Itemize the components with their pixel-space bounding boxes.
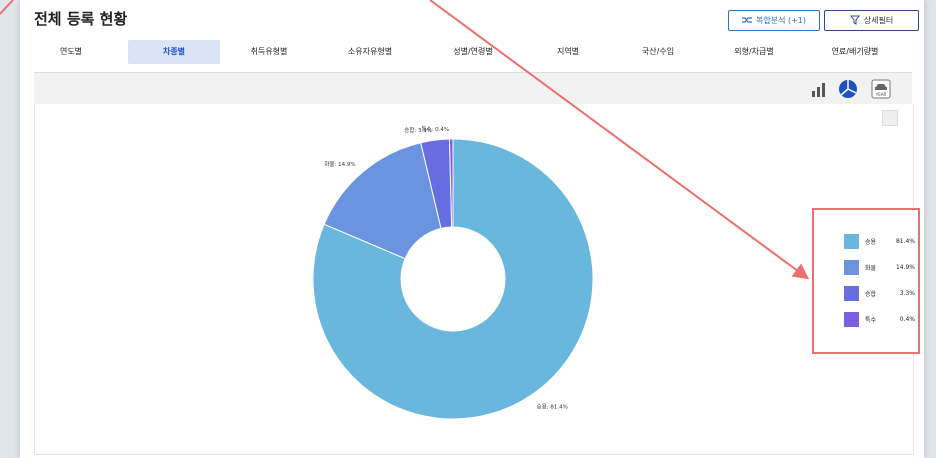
- legend-item[interactable]: 화물 14.9%: [844, 259, 915, 275]
- legend-name: 특수: [865, 316, 877, 324]
- data-label: 특수: 0.4%: [421, 126, 449, 133]
- tab-by-owner-type[interactable]: 소유자유형별: [320, 40, 420, 64]
- legend-value: 3.3%: [899, 289, 915, 297]
- chart-area: 승용: 81.4% 화물: 14.9% 승합: 3.3% 특수: 0.4%: [34, 104, 914, 455]
- tab-domestic-import[interactable]: 국산/수입: [618, 40, 698, 64]
- detail-filter-button[interactable]: 상세필터: [824, 10, 919, 31]
- legend-swatch: [844, 311, 859, 327]
- pie-chart-icon[interactable]: [838, 79, 858, 99]
- category-tabs: 연도별 차종별 취득유형별 소유자유형별 성별/연령별 지역별 국산/수입 외형…: [28, 40, 908, 64]
- chart-menu-button[interactable]: [882, 110, 898, 126]
- legend-swatch: [844, 285, 859, 301]
- legend-swatch: [844, 233, 859, 249]
- legend-value: 14.9%: [895, 263, 915, 271]
- chart-toolbar: YEAR: [34, 72, 912, 106]
- legend-name: 승용: [865, 238, 877, 246]
- data-label: 승용: 81.4%: [537, 403, 568, 410]
- combined-analysis-button[interactable]: 복합분석 (+1): [728, 10, 820, 31]
- year-label: YEAR: [875, 92, 887, 97]
- bar-chart-icon[interactable]: [809, 79, 829, 99]
- filter-icon: [849, 15, 860, 27]
- tab-by-region[interactable]: 지역별: [528, 40, 608, 64]
- tab-by-year[interactable]: 연도별: [28, 40, 114, 64]
- legend-item[interactable]: 승합 3.3%: [844, 285, 915, 301]
- page-title: 전체 등록 현황: [34, 10, 128, 28]
- legend-swatch: [844, 259, 859, 275]
- tab-by-acquisition-type[interactable]: 취득유형별: [228, 40, 310, 64]
- legend-name: 승합: [865, 290, 877, 298]
- data-label: 화물: 14.9%: [324, 161, 355, 168]
- shuffle-icon: [741, 16, 752, 26]
- legend-item[interactable]: 특수 0.4%: [844, 311, 915, 327]
- legend-value: 0.4%: [899, 315, 915, 323]
- tab-by-fuel-displacement[interactable]: 연료/배기량별: [808, 40, 902, 64]
- annotation-arrow-top-left: [0, 0, 14, 15]
- tab-by-gender-age[interactable]: 성별/연령별: [428, 40, 518, 64]
- registration-status-card: 전체 등록 현황 복합분석 (+1) 상세필터 연도별 차종별 취득유형별 소유…: [20, 0, 924, 458]
- legend-item[interactable]: 승용 81.4%: [844, 233, 915, 249]
- detail-filter-label: 상세필터: [863, 16, 894, 25]
- legend-name: 화물: [865, 264, 877, 272]
- combined-analysis-label: 복합분석 (+1): [755, 16, 807, 25]
- tab-by-shape-class[interactable]: 외형/차급별: [708, 40, 800, 64]
- vehicle-type-donut-chart: 승용: 81.4%화물: 14.9%승합: 3.3%특수: 0.4%: [312, 126, 594, 420]
- year-car-icon[interactable]: YEAR: [871, 79, 891, 99]
- tab-by-vehicle-type[interactable]: 차종별: [128, 40, 220, 64]
- chart-legend: 승용 81.4% 화물 14.9% 승합 3.3% 특수 0.4%: [812, 208, 920, 354]
- legend-value: 81.4%: [895, 237, 915, 245]
